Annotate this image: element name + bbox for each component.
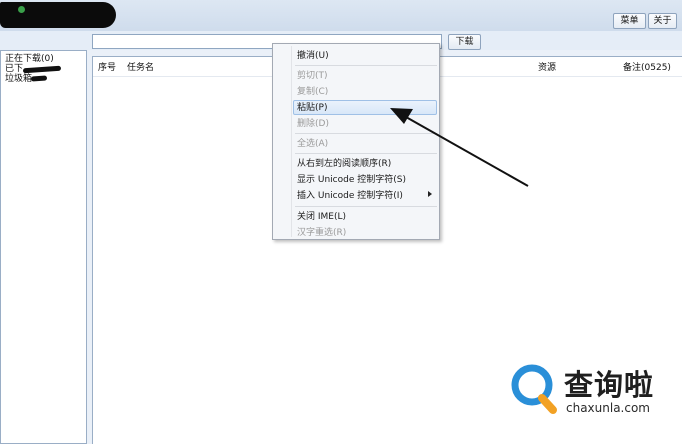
menu-separator xyxy=(295,65,437,66)
context-menu: 撤消(U) 剪切(T) 复制(C) 粘贴(P) 删除(D) 全选(A) 从右到左… xyxy=(272,43,440,240)
menu-item-rtl-reading-order[interactable]: 从右到左的阅读顺序(R) xyxy=(297,157,391,171)
submenu-arrow-icon xyxy=(428,191,432,197)
watermark-title: 查询啦 xyxy=(564,368,655,402)
menu-item-reconversion[interactable]: 汉字重选(R) xyxy=(297,226,346,240)
menu-item-delete[interactable]: 删除(D) xyxy=(297,117,329,131)
category-sidebar: 正在下载(0) 已下 垃圾箱 xyxy=(0,50,87,444)
column-header-task-name[interactable]: 任务名 xyxy=(127,63,154,74)
menu-button[interactable]: 菜单 xyxy=(613,13,646,29)
column-header-resource[interactable]: 资源 xyxy=(538,63,556,74)
download-button[interactable]: 下载 xyxy=(448,34,481,50)
menu-item-copy[interactable]: 复制(C) xyxy=(297,85,328,99)
sidebar-item-downloading[interactable]: 正在下载(0) xyxy=(5,54,54,64)
sidebar-item-trash[interactable]: 垃圾箱 xyxy=(5,74,32,84)
menu-item-select-all[interactable]: 全选(A) xyxy=(297,137,328,151)
redaction-scribble xyxy=(30,75,48,82)
menu-item-show-unicode-control[interactable]: 显示 Unicode 控制字符(S) xyxy=(297,173,406,187)
column-header-index[interactable]: 序号 xyxy=(98,63,116,74)
redacted-app-title xyxy=(0,2,116,28)
sidebar-item-downloaded[interactable]: 已下 xyxy=(5,64,23,74)
app-logo-icon xyxy=(18,6,25,13)
menu-separator xyxy=(295,206,437,207)
about-button[interactable]: 关于 xyxy=(648,13,677,29)
menu-item-undo[interactable]: 撤消(U) xyxy=(297,49,329,63)
watermark-url: chaxunla.com xyxy=(566,401,650,415)
menu-item-paste[interactable]: 粘贴(P) xyxy=(297,101,327,115)
menu-item-insert-unicode-control[interactable]: 插入 Unicode 控制字符(I) xyxy=(297,189,403,203)
redaction-scribble xyxy=(22,65,62,74)
menu-separator xyxy=(295,153,437,154)
menu-item-close-ime[interactable]: 关闭 IME(L) xyxy=(297,210,346,224)
column-header-note[interactable]: 备注(0525) xyxy=(623,63,671,74)
menu-separator xyxy=(295,133,437,134)
menu-item-cut[interactable]: 剪切(T) xyxy=(297,69,328,83)
search-logo-icon xyxy=(511,364,557,414)
menu-gutter xyxy=(291,46,292,237)
